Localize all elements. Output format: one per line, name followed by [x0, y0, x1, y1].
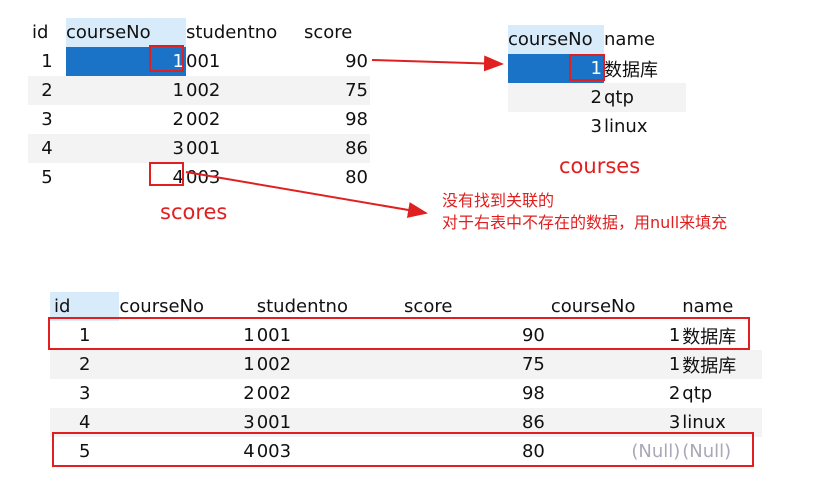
- cell-id[interactable]: 2: [50, 350, 120, 379]
- cell-courseno-2[interactable]: 1: [550, 350, 683, 379]
- highlight-box: [48, 317, 750, 350]
- cell-id[interactable]: 3: [50, 379, 119, 408]
- arrow-to-note: [185, 171, 428, 218]
- table-row[interactable]: 3 2 002 98 2 qtp: [50, 379, 762, 408]
- table-row[interactable]: 2 1 002 75 1 数据库: [50, 350, 762, 379]
- cell-name[interactable]: 数据库: [682, 350, 762, 379]
- cell-courseno[interactable]: 1: [119, 350, 257, 379]
- cell-courseno[interactable]: 2: [119, 379, 256, 408]
- cell-name[interactable]: qtp: [682, 379, 762, 408]
- cell-courseno-2[interactable]: 2: [551, 379, 682, 408]
- arrow-to-courses: [371, 55, 504, 72]
- highlight-box: [52, 432, 754, 467]
- cell-studentno[interactable]: 002: [257, 379, 404, 408]
- cell-score[interactable]: 75: [404, 350, 551, 379]
- cell-score[interactable]: 98: [404, 379, 551, 408]
- cell-studentno[interactable]: 002: [256, 350, 405, 379]
